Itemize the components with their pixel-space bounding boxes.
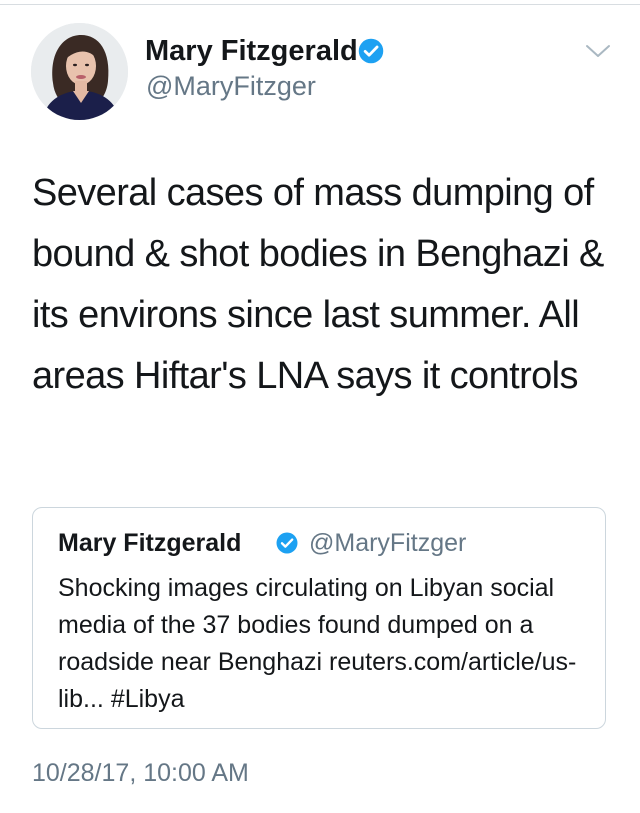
quoted-tweet-card[interactable]: Mary Fitzgerald @MaryFitzger Shocking im… bbox=[32, 507, 606, 729]
top-divider bbox=[0, 4, 640, 5]
tweet-text: Several cases of mass dumping of bound &… bbox=[32, 172, 604, 397]
avatar[interactable] bbox=[31, 23, 128, 120]
tweet-timestamp[interactable]: 10/28/17, 10:00 AM bbox=[32, 757, 249, 789]
author-handle[interactable]: @MaryFitzger bbox=[146, 69, 316, 103]
author-display-name[interactable]: Mary Fitzgerald bbox=[145, 33, 358, 69]
quoted-author-handle: @MaryFitzger bbox=[309, 529, 467, 557]
chevron-down-icon[interactable] bbox=[584, 42, 612, 60]
quoted-tweet-text: Shocking images circulating on Libyan so… bbox=[58, 570, 593, 718]
verified-badge-icon bbox=[358, 38, 384, 64]
verified-badge-icon bbox=[276, 532, 298, 554]
avatar-photo bbox=[31, 23, 128, 120]
quoted-author-display-name: Mary Fitzgerald bbox=[58, 529, 242, 557]
hashtag-link[interactable]: #Libya bbox=[111, 685, 185, 713]
